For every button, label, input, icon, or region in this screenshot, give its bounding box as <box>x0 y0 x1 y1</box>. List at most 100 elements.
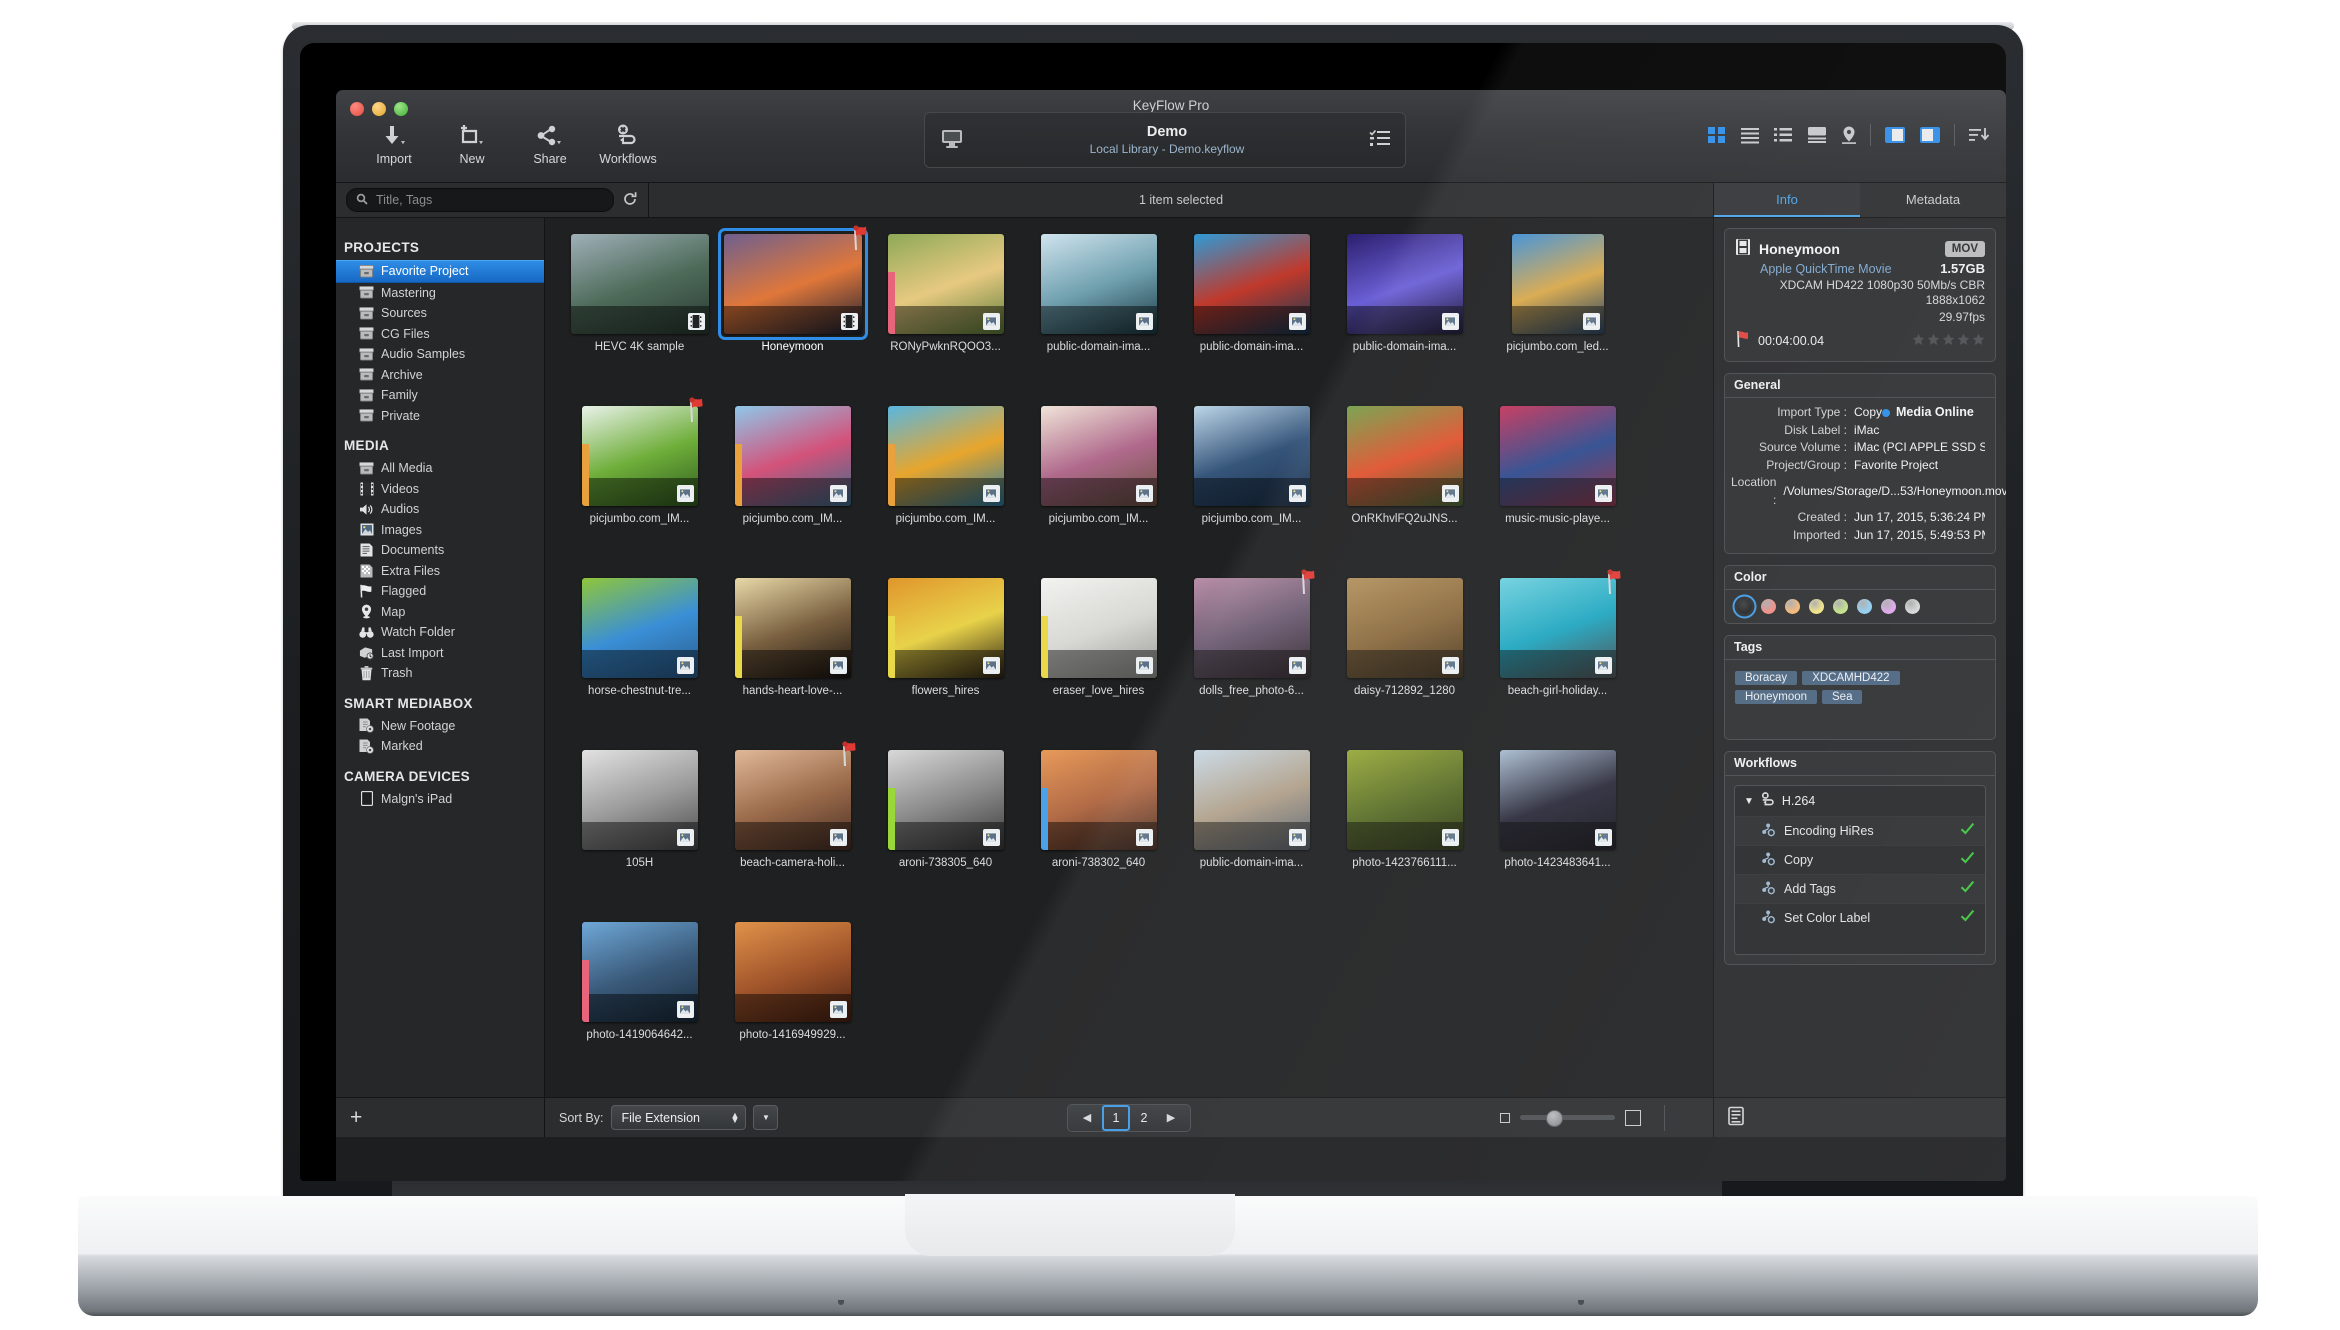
page-prev-button[interactable]: ◀ <box>1074 1107 1100 1129</box>
color-swatch-1[interactable] <box>1761 599 1776 614</box>
thumbnail[interactable] <box>1040 750 1157 850</box>
thumbnail[interactable] <box>1040 234 1157 334</box>
thumbnail-wrapper[interactable] <box>734 406 851 506</box>
sidebar-item-documents[interactable]: Documents <box>336 540 544 561</box>
thumbnail[interactable] <box>1499 406 1616 506</box>
tag-list[interactable]: Boracay XDCAMHD422 Honeymoon Sea <box>1725 660 1995 739</box>
media-item[interactable]: HEVC 4K sample <box>563 234 716 406</box>
toolbar-button-import[interactable]: Import <box>358 120 430 166</box>
thumbnail[interactable] <box>1040 406 1157 506</box>
thumbnail-wrapper[interactable] <box>1511 234 1604 334</box>
filmstrip-view-button[interactable] <box>1806 125 1828 145</box>
media-item[interactable]: picjumbo.com_IM... <box>869 406 1022 578</box>
sidebar-item-flagged[interactable]: Flagged <box>336 581 544 602</box>
color-swatch-5[interactable] <box>1857 599 1872 614</box>
thumbnail[interactable] <box>734 578 851 678</box>
thumbnail[interactable] <box>581 750 698 850</box>
thumbnail[interactable] <box>887 578 1004 678</box>
sidebar-item-extra-files[interactable]: Extra Files <box>336 561 544 582</box>
thumbnail[interactable] <box>1040 578 1157 678</box>
sidebar-item-trash[interactable]: Trash <box>336 663 544 684</box>
media-item[interactable]: public-domain-ima... <box>1328 234 1481 406</box>
sidebar-item-favorite-project[interactable]: Favorite Project <box>336 260 544 283</box>
thumbnail-wrapper[interactable] <box>1040 578 1157 678</box>
sidebar-item-videos[interactable]: Videos <box>336 479 544 500</box>
flag-marker-icon[interactable] <box>683 397 705 423</box>
thumbnail-wrapper[interactable] <box>734 578 851 678</box>
thumbnail[interactable] <box>734 750 851 850</box>
bullet-list-view-button[interactable] <box>1773 125 1793 145</box>
thumbnail-wrapper[interactable] <box>1040 234 1157 334</box>
page-number-1[interactable]: 1 <box>1102 1104 1130 1131</box>
thumbnail-wrapper[interactable] <box>1346 578 1463 678</box>
page-next-button[interactable]: ▶ <box>1158 1107 1184 1129</box>
thumbnail-wrapper[interactable] <box>570 234 709 334</box>
media-item[interactable]: Honeymoon <box>716 225 869 406</box>
thumbnail[interactable] <box>581 922 698 1022</box>
media-item[interactable]: public-domain-ima... <box>1175 234 1328 406</box>
sort-by-select[interactable]: File Extension ▲ ▼ <box>611 1105 747 1130</box>
inspector-scroll[interactable]: Honeymoon MOV Apple QuickTime Movie 1.57… <box>1714 218 2006 1097</box>
thumbnail[interactable] <box>887 750 1004 850</box>
star-icon[interactable] <box>1942 333 1955 349</box>
sort-descending-button[interactable] <box>1968 125 1990 145</box>
thumbnail-wrapper[interactable] <box>1040 406 1157 506</box>
list-view-button[interactable] <box>1740 125 1760 145</box>
thumbnail[interactable] <box>581 406 698 506</box>
thumbnail-wrapper[interactable] <box>581 578 698 678</box>
sidebar-item-new-footage[interactable]: New Footage <box>336 716 544 737</box>
sort-options-button[interactable]: ▼ <box>753 1105 779 1130</box>
thumbnail[interactable] <box>1193 578 1310 678</box>
workflow-step[interactable]: Set Color Label <box>1735 903 1985 932</box>
tag-chip[interactable]: Sea <box>1822 690 1863 704</box>
map-view-button[interactable] <box>1841 125 1857 145</box>
media-item[interactable]: flowers_hires <box>869 578 1022 750</box>
checklist-icon[interactable] <box>1369 129 1391 152</box>
toolbar-button-share[interactable]: Share <box>514 120 586 166</box>
search-box[interactable] <box>346 188 614 212</box>
thumbnail[interactable] <box>570 234 709 334</box>
sidebar-item-malgn-s-ipad[interactable]: Malgn's iPad <box>336 789 544 810</box>
media-item[interactable]: picjumbo.com_led... <box>1481 234 1634 406</box>
notes-icon[interactable] <box>1727 1106 1745 1129</box>
media-item[interactable]: aroni-738302_640 <box>1022 750 1175 922</box>
media-item[interactable]: picjumbo.com_IM... <box>1022 406 1175 578</box>
rating-stars[interactable] <box>1912 333 1985 349</box>
star-icon[interactable] <box>1927 333 1940 349</box>
thumbnail-wrapper[interactable] <box>1499 406 1616 506</box>
thumbnail-wrapper[interactable] <box>581 750 698 850</box>
media-item[interactable]: dolls_free_photo-6... <box>1175 569 1328 750</box>
media-item[interactable]: beach-camera-holi... <box>716 741 869 922</box>
media-item[interactable]: eraser_love_hires <box>1022 578 1175 750</box>
thumbnail-size-slider[interactable] <box>1520 1110 1615 1127</box>
thumbnail-grid[interactable]: HEVC 4K sample Honeymoon RONyPwknRQOO3... p… <box>545 218 1713 1097</box>
thumbnail[interactable] <box>1511 234 1604 334</box>
sidebar-item-cg-files[interactable]: CG Files <box>336 324 544 345</box>
sidebar-item-images[interactable]: Images <box>336 520 544 541</box>
media-item[interactable]: photo-1416949929... <box>716 922 869 1094</box>
flag-marker-icon[interactable] <box>847 225 869 251</box>
thumbnail[interactable] <box>887 406 1004 506</box>
sidebar-item-mastering[interactable]: Mastering <box>336 283 544 304</box>
media-item[interactable]: OnRKhvlFQ2uJNS... <box>1328 406 1481 578</box>
media-item[interactable]: picjumbo.com_IM... <box>563 397 716 578</box>
media-item[interactable]: photo-1423766111... <box>1328 750 1481 922</box>
workflow-step[interactable]: Add Tags <box>1735 874 1985 903</box>
media-item[interactable]: photo-1423483641... <box>1481 750 1634 922</box>
media-item[interactable]: photo-1419064642... <box>563 922 716 1094</box>
color-swatch-2[interactable] <box>1785 599 1800 614</box>
color-swatches[interactable] <box>1725 590 1995 623</box>
slider-knob[interactable] <box>1546 1110 1563 1127</box>
sidebar-item-audios[interactable]: Audios <box>336 499 544 520</box>
thumbnail-wrapper[interactable] <box>1499 750 1616 850</box>
flag-marker-icon[interactable] <box>1295 569 1317 595</box>
thumbnail[interactable] <box>1193 234 1310 334</box>
thumbnail[interactable] <box>1346 406 1463 506</box>
thumbnail-wrapper[interactable] <box>1193 569 1315 678</box>
thumbnail[interactable] <box>1193 750 1310 850</box>
sidebar-item-map[interactable]: Map <box>336 602 544 623</box>
grid-view-button[interactable] <box>1707 125 1727 145</box>
media-item[interactable]: picjumbo.com_IM... <box>716 406 869 578</box>
media-item[interactable]: RONyPwknRQOO3... <box>869 234 1022 406</box>
right-panel-toggle-button[interactable] <box>1919 125 1941 145</box>
